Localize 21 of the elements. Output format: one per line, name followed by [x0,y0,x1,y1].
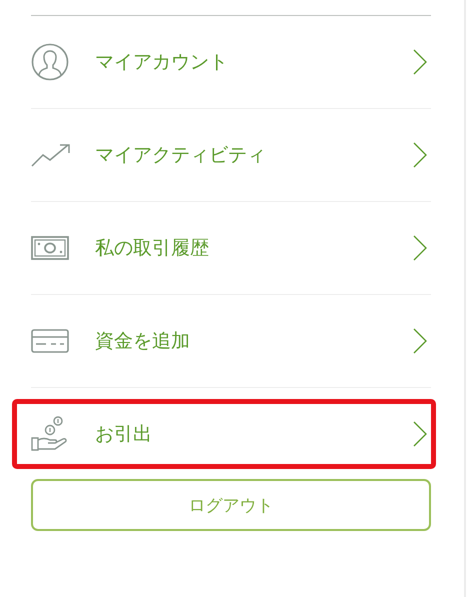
menu-item-label: 私の取引履歴 [95,236,210,261]
menu-item-label: 資金を追加 [95,329,191,354]
menu-item[interactable]: 資金を追加 [31,295,431,387]
trend-up-icon [31,143,71,167]
banknote-icon [31,236,69,260]
chevron-right-icon [413,421,427,447]
hand-coins-icon [31,416,69,452]
chevron-right-icon [413,235,427,261]
menu-item-label: マイアクティビティ [95,143,267,168]
menu-item-label: マイアカウント [95,50,229,75]
logout-button[interactable]: ログアウト [31,479,431,531]
menu-item[interactable]: マイアカウント [31,16,431,108]
chevron-right-icon [413,49,427,75]
menu-item-label: お引出 [95,422,153,447]
chevron-right-icon [413,328,427,354]
user-icon [31,43,69,81]
credit-card-icon [31,329,69,353]
highlighted-menu-item[interactable]: お引出 [12,399,436,469]
menu-item[interactable]: 私の取引履歴 [31,202,431,294]
chevron-right-icon [413,142,427,168]
menu-item[interactable]: マイアクティビティ [31,109,431,201]
